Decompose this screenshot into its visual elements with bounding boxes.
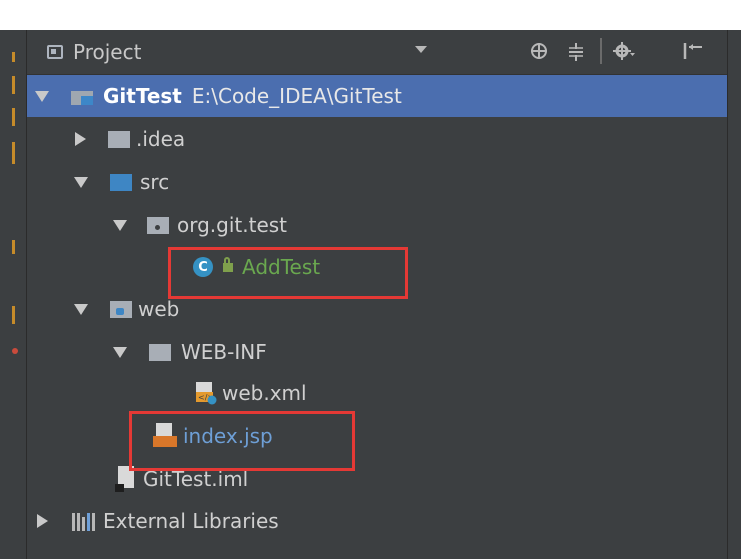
strip-marker — [12, 142, 15, 164]
root-path: E:\Code_IDEA\GitTest — [191, 84, 402, 108]
panel-title[interactable]: Project — [73, 40, 141, 64]
tree-item-root[interactable]: GitTest E:\Code_IDEA\GitTest — [27, 75, 727, 117]
highlight-box-indexjsp — [129, 411, 355, 471]
strip-marker — [12, 306, 15, 324]
expand-arrow-icon[interactable] — [113, 219, 127, 231]
libraries-icon — [72, 511, 95, 531]
folder-icon — [149, 343, 171, 361]
toolbar-separator — [600, 38, 602, 64]
strip-marker — [12, 76, 15, 94]
item-label: WEB-INF — [181, 340, 267, 364]
item-label: src — [140, 170, 170, 194]
tree-item-idea[interactable]: .idea — [27, 118, 727, 160]
tree-item-external-libraries[interactable]: External Libraries — [27, 500, 727, 542]
web-folder-icon — [110, 300, 132, 318]
expand-arrow-icon[interactable] — [74, 176, 88, 188]
collapse-arrow-icon[interactable] — [37, 514, 48, 528]
tree-item-package[interactable]: org.git.test — [27, 204, 727, 246]
tree-item-webinf[interactable]: WEB-INF — [27, 331, 727, 373]
tree-item-webxml[interactable]: </> web.xml — [27, 372, 727, 414]
item-label: web — [138, 297, 180, 321]
item-label: .idea — [136, 127, 186, 151]
strip-marker — [12, 108, 15, 126]
view-dropdown-icon[interactable] — [415, 46, 427, 53]
hide-panel-icon[interactable] — [682, 41, 704, 61]
item-label: External Libraries — [103, 509, 279, 533]
expand-arrow-icon[interactable] — [35, 90, 49, 102]
project-panel-header: Project — [27, 30, 727, 75]
strip-marker — [12, 240, 15, 254]
collapse-arrow-icon[interactable] — [75, 132, 86, 146]
module-folder-icon — [71, 88, 93, 105]
source-folder-icon — [110, 173, 132, 191]
package-icon — [147, 216, 169, 234]
top-strip — [0, 0, 741, 30]
folder-icon — [108, 130, 130, 148]
collapse-all-icon[interactable] — [567, 42, 585, 62]
root-name: GitTest — [103, 84, 182, 108]
gear-icon[interactable] — [613, 41, 635, 61]
item-label: web.xml — [222, 381, 307, 405]
right-edge — [727, 30, 741, 559]
highlight-box-addtest — [168, 247, 408, 299]
error-indicator-icon — [12, 348, 18, 354]
expand-arrow-icon[interactable] — [113, 346, 127, 358]
strip-marker — [12, 52, 15, 62]
crosshair-icon[interactable] — [529, 41, 549, 61]
xml-file-icon: </> — [196, 382, 217, 405]
expand-arrow-icon[interactable] — [74, 303, 88, 315]
tree-item-src[interactable]: src — [27, 161, 727, 203]
project-icon — [47, 45, 63, 59]
item-label: org.git.test — [177, 213, 288, 237]
left-tool-strip — [0, 30, 27, 559]
